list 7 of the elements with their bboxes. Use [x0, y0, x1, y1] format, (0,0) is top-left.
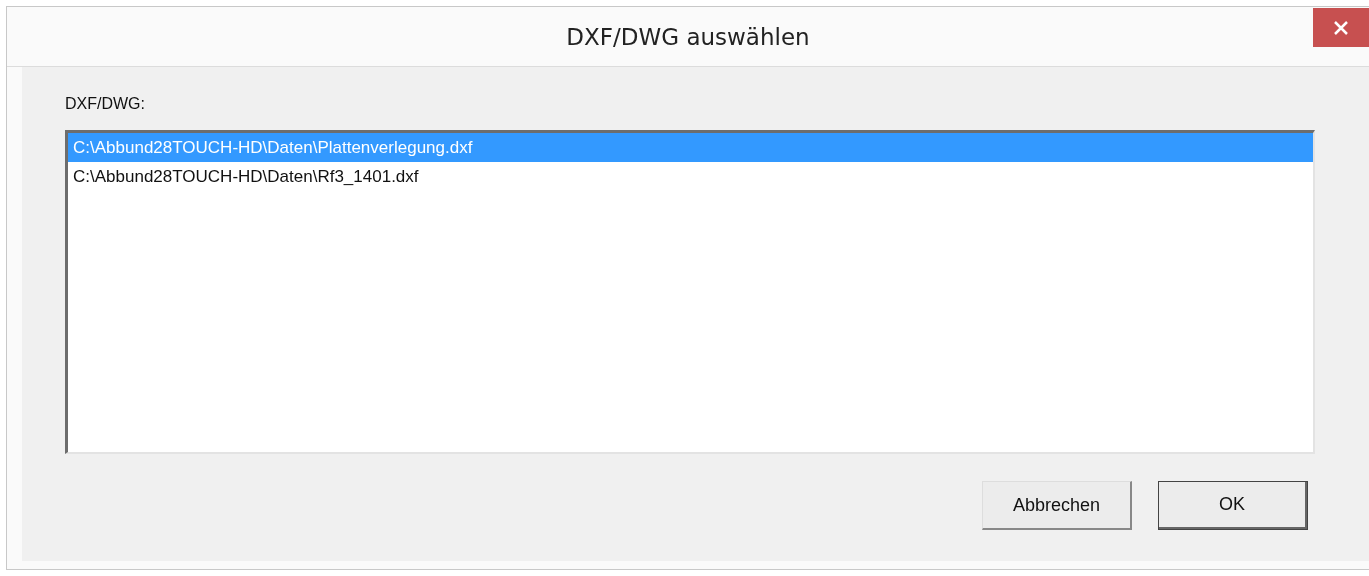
- ok-button[interactable]: OK: [1158, 481, 1308, 530]
- window-title: DXF/DWG auswählen: [566, 23, 810, 50]
- list-label: DXF/DWG:: [65, 95, 145, 113]
- file-item[interactable]: C:\Abbund28TOUCH-HD\Daten\Rf3_1401.dxf: [68, 162, 1313, 191]
- cancel-button[interactable]: Abbrechen: [982, 481, 1132, 530]
- close-icon: [1334, 20, 1348, 35]
- close-button[interactable]: [1313, 8, 1369, 47]
